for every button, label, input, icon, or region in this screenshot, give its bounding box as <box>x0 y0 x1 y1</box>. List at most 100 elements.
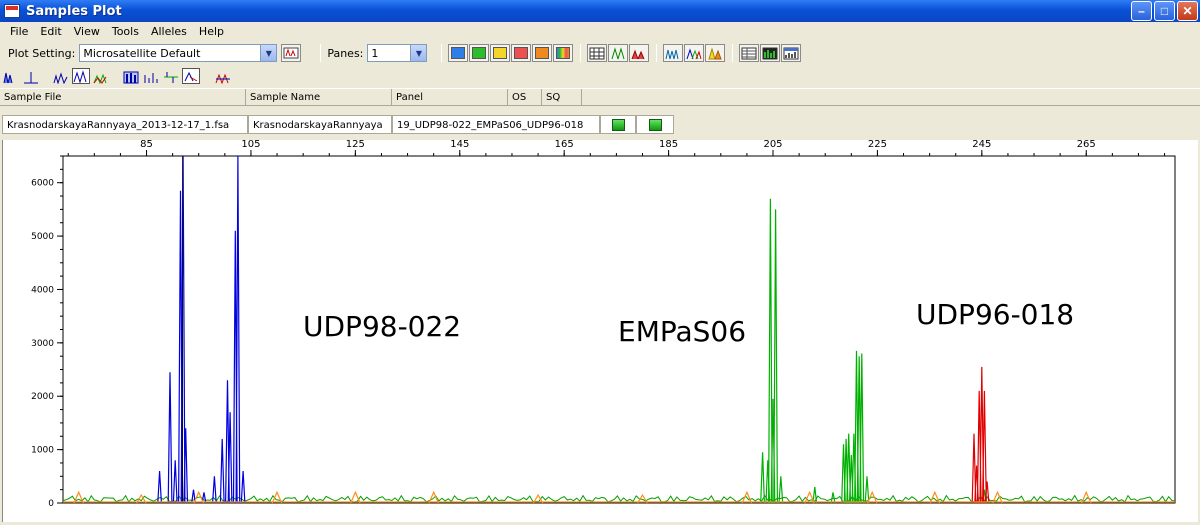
grid-icon <box>589 47 605 59</box>
close-icon: ✕ <box>1182 4 1193 18</box>
separator <box>580 44 582 62</box>
locus-label-udp98-022: UDP98-022 <box>303 310 462 343</box>
locus-label-empas06: EMPaS06 <box>618 315 747 348</box>
sizing-table-button[interactable] <box>739 44 760 62</box>
x-tick-label: 185 <box>659 140 678 150</box>
blue-dye-icon <box>451 47 466 59</box>
samples-table-header: Sample File Sample Name Panel OS SQ <box>0 88 1200 106</box>
minimize-icon: – <box>1138 4 1145 18</box>
split-view-button[interactable] <box>162 68 180 84</box>
electropherogram-icon <box>665 49 679 59</box>
sq-cell[interactable] <box>636 115 674 134</box>
panes-value: 1 <box>371 46 379 60</box>
flag-view-button[interactable] <box>182 68 200 84</box>
chevron-down-icon[interactable]: ▼ <box>410 45 427 61</box>
y-tick-label: 2000 <box>31 392 54 402</box>
x-tick-label: 165 <box>555 140 574 150</box>
plot-setting-select[interactable]: Microsatellite Default ▼ <box>79 44 278 62</box>
single-peak-icon <box>24 72 38 84</box>
column-os[interactable]: OS <box>508 89 542 106</box>
overlay-peaks-icon <box>631 49 645 59</box>
menu-view[interactable]: View <box>68 25 106 38</box>
stacked-peaks-icon <box>708 46 723 59</box>
plot-settings-editor-button[interactable] <box>281 44 302 62</box>
menu-file[interactable]: File <box>4 25 34 38</box>
y-tick-label: 1000 <box>31 446 54 456</box>
grid-table-button[interactable] <box>587 44 608 62</box>
panes-label: Panes: <box>327 46 364 60</box>
locus-label-udp96-018: UDP96-018 <box>916 298 1075 331</box>
split-view-icon <box>164 72 178 83</box>
multicolor-peaks-button[interactable] <box>684 44 705 62</box>
menu-tools[interactable]: Tools <box>106 25 145 38</box>
overlay-traces-button[interactable] <box>92 68 110 84</box>
flag-view-icon <box>184 71 198 82</box>
bins-view-icon <box>144 73 158 83</box>
sample-name-cell[interactable]: KrasnodarskayaRannyaya <box>248 115 392 134</box>
title-bar[interactable]: Samples Plot – □ ✕ <box>0 0 1200 22</box>
panes-select[interactable]: 1 ▼ <box>367 44 428 62</box>
x-tick-label: 205 <box>763 140 782 150</box>
view-toolbar <box>0 66 1200 86</box>
y-tick-label: 4000 <box>31 285 54 295</box>
plot-setting-value: Microsatellite Default <box>83 46 201 60</box>
x-tick-label: 245 <box>972 140 991 150</box>
green-dye-button[interactable] <box>469 44 490 62</box>
single-peak-button[interactable] <box>22 68 40 84</box>
y-tick-label: 0 <box>48 499 54 509</box>
report-button[interactable] <box>781 44 802 62</box>
table-row[interactable]: KrasnodarskayaRannyaya_2013-12-17_1.fsa … <box>0 115 1200 135</box>
peak-label-icon <box>611 46 625 59</box>
sample-file-cell[interactable]: KrasnodarskayaRannyaya_2013-12-17_1.fsa <box>2 115 248 134</box>
label-peaks-button[interactable] <box>214 68 232 84</box>
label-peaks-icon <box>215 73 230 84</box>
scale-peaks-button[interactable] <box>72 68 90 84</box>
os-cell[interactable] <box>600 115 636 134</box>
overlay-peaks-button[interactable] <box>629 44 650 62</box>
column-sample-file[interactable]: Sample File <box>0 89 246 106</box>
chevron-down-icon[interactable]: ▼ <box>260 45 277 61</box>
blue-dye-button[interactable] <box>448 44 469 62</box>
separator <box>732 44 734 62</box>
bins-view-button[interactable] <box>142 68 160 84</box>
multicolor-peaks-icon <box>686 47 702 59</box>
zoom-peaks-icon <box>53 72 68 84</box>
orange-dye-button[interactable] <box>532 44 553 62</box>
zoom-peaks-button[interactable] <box>52 68 70 84</box>
y-tick-label: 6000 <box>31 179 54 189</box>
plot-setting-label: Plot Setting: <box>8 46 76 60</box>
stacked-peaks-button[interactable] <box>705 44 726 62</box>
window-title: Samples Plot <box>26 3 122 19</box>
x-tick-label: 125 <box>346 140 365 150</box>
quality-pass-icon <box>611 118 625 131</box>
menu-edit[interactable]: Edit <box>34 25 67 38</box>
yellow-dye-icon <box>493 47 508 59</box>
close-button[interactable]: ✕ <box>1177 1 1198 21</box>
column-sq[interactable]: SQ <box>542 89 582 106</box>
column-sample-name[interactable]: Sample Name <box>246 89 392 106</box>
menu-help[interactable]: Help <box>193 25 230 38</box>
column-panel[interactable]: Panel <box>392 89 508 106</box>
all-dyes-icon <box>556 47 571 59</box>
peaks-view-button[interactable] <box>2 68 20 84</box>
panel-cell[interactable]: 19_UDP98-022_EMPaS06_UDP96-018 <box>392 115 600 134</box>
maximize-button[interactable]: □ <box>1154 1 1175 21</box>
x-tick-label: 105 <box>241 140 260 150</box>
minimize-button[interactable]: – <box>1131 1 1152 21</box>
all-dyes-button[interactable] <box>553 44 574 62</box>
y-tick-label: 3000 <box>31 339 54 349</box>
menu-alleles[interactable]: Alleles <box>145 25 193 38</box>
app-icon <box>4 4 20 18</box>
quality-pass-icon <box>648 118 662 131</box>
peak-label-button[interactable] <box>608 44 629 62</box>
red-dye-button[interactable] <box>511 44 532 62</box>
yellow-dye-button[interactable] <box>490 44 511 62</box>
menu-bar: File Edit View Tools Alleles Help <box>0 22 1200 40</box>
separator <box>441 44 443 62</box>
allele-table-button[interactable] <box>760 44 781 62</box>
maximize-icon: □ <box>1160 4 1169 18</box>
electropherogram-plot[interactable]: 85 105 125 145 165 185 205 225 245 265 0 1000 2000 30… <box>2 139 1199 522</box>
bars-view-button[interactable] <box>122 68 140 84</box>
plot-canvas[interactable]: 85 105 125 145 165 185 205 225 245 265 0 1000 2000 30… <box>3 139 1199 522</box>
electropherogram-button[interactable] <box>663 44 684 62</box>
